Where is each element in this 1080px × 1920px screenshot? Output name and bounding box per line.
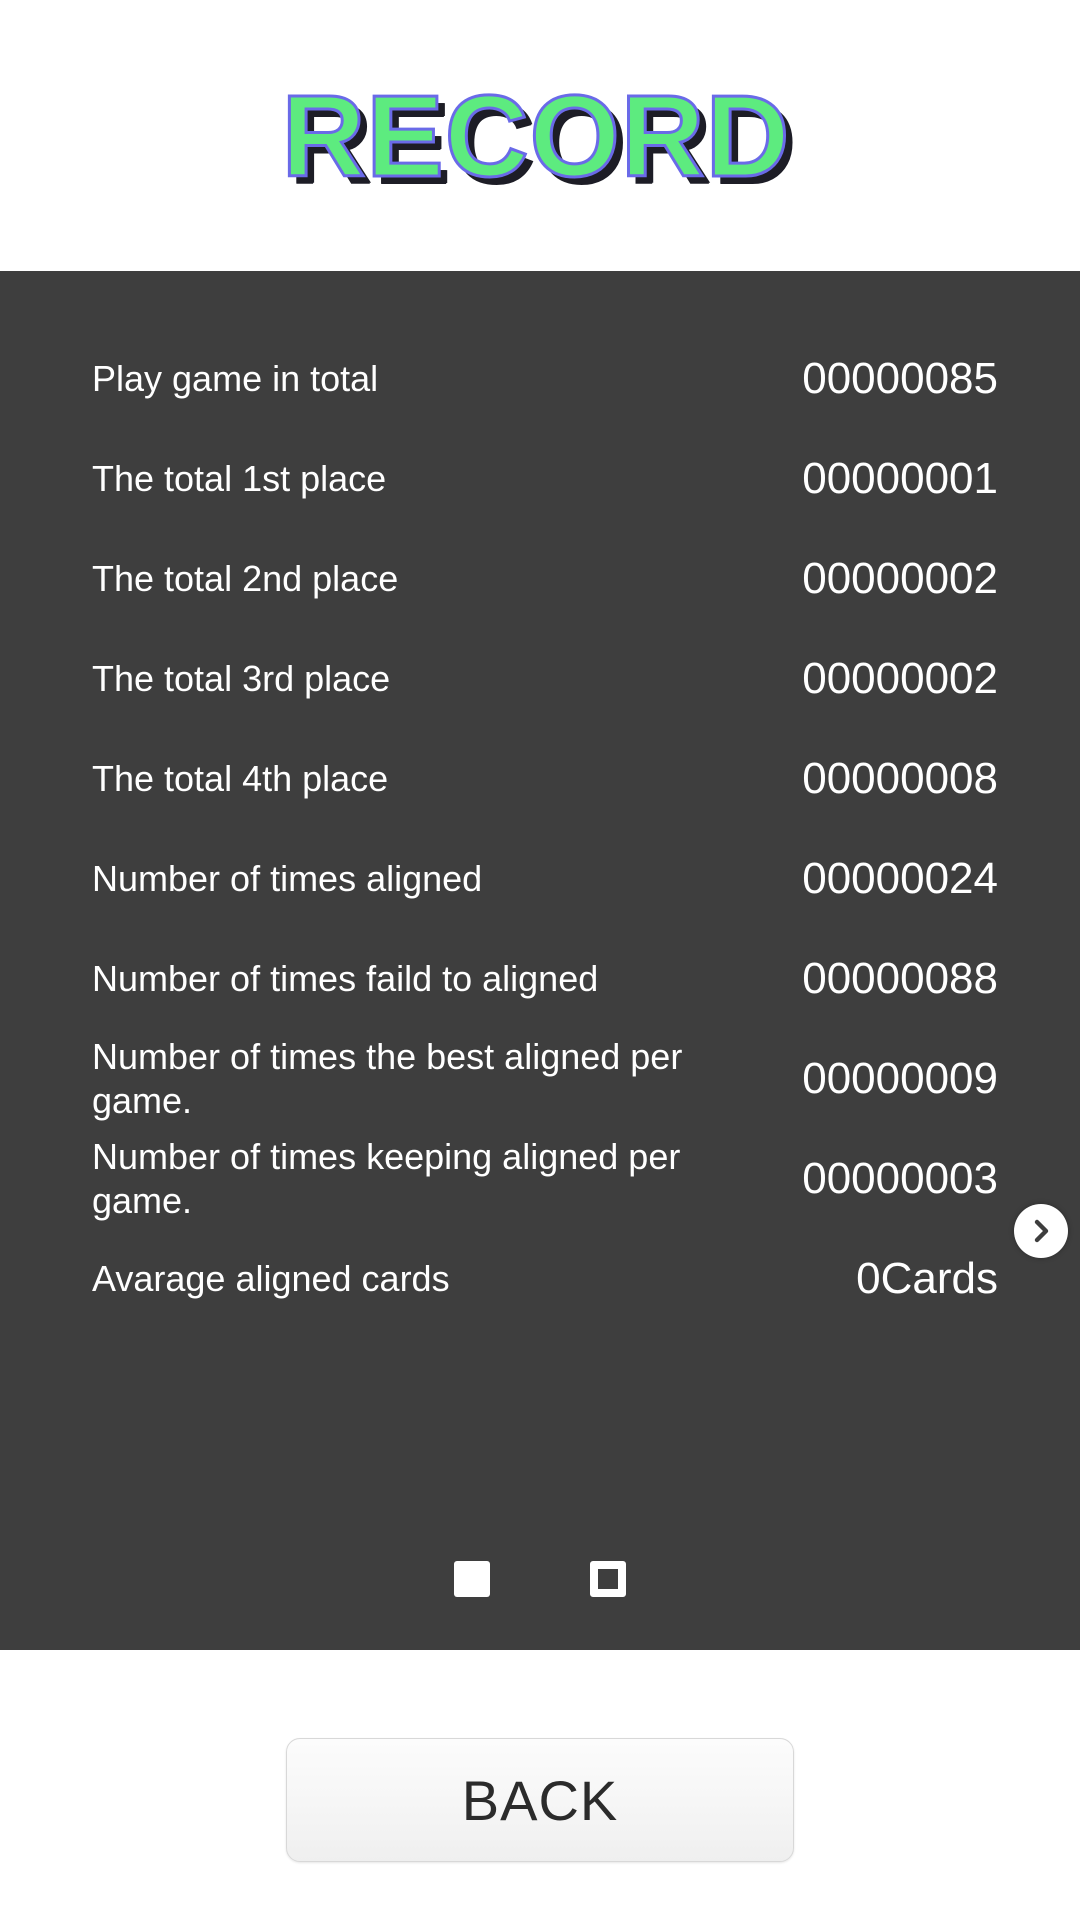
stat-value: 00000002 bbox=[802, 654, 998, 703]
stat-row: The total 3rd place 00000002 bbox=[0, 629, 1080, 729]
stat-value: 00000009 bbox=[802, 1054, 998, 1103]
stat-value: 00000085 bbox=[802, 354, 998, 403]
stats-panel: Play game in total 00000085 The total 1st … bbox=[0, 271, 1080, 1650]
stat-label: The total 4th place bbox=[92, 758, 389, 800]
stat-value: 0Cards bbox=[856, 1254, 998, 1303]
stat-value: 00000003 bbox=[802, 1154, 998, 1203]
stat-value: 00000008 bbox=[802, 754, 998, 803]
chevron-right-icon bbox=[1028, 1218, 1054, 1244]
stat-value: 00000024 bbox=[802, 854, 998, 903]
stat-row: Number of times faild to aligned 00000088 bbox=[0, 929, 1080, 1029]
stat-row: Number of times the best aligned per gam… bbox=[0, 1029, 1080, 1129]
page-header: RECORD bbox=[0, 0, 1080, 271]
stat-row: Play game in total 00000085 bbox=[0, 329, 1080, 429]
stat-label: Number of times aligned bbox=[92, 858, 483, 900]
stat-row: The total 2nd place 00000002 bbox=[0, 529, 1080, 629]
stat-label: The total 3rd place bbox=[92, 658, 391, 700]
stat-label: Number of times keeping aligned per game… bbox=[92, 1136, 681, 1221]
stat-label: Number of times the best aligned per gam… bbox=[92, 1036, 683, 1121]
stat-label: Number of times faild to aligned bbox=[92, 958, 599, 1000]
page-title: RECORD bbox=[280, 70, 791, 201]
stat-label: Play game in total bbox=[92, 358, 379, 400]
page-footer: BACK bbox=[0, 1650, 1080, 1920]
stat-value: 00000002 bbox=[802, 554, 998, 603]
pagination-dot-2[interactable] bbox=[590, 1561, 626, 1597]
next-page-button[interactable] bbox=[1014, 1204, 1068, 1258]
stat-row: The total 4th place 00000008 bbox=[0, 729, 1080, 829]
stat-row: Avarage aligned cards 0Cards bbox=[0, 1229, 1080, 1329]
stat-label: Avarage aligned cards bbox=[92, 1258, 450, 1300]
back-button[interactable]: BACK bbox=[286, 1738, 794, 1862]
stat-value: 00000001 bbox=[802, 454, 998, 503]
stat-row: Number of times aligned 00000024 bbox=[0, 829, 1080, 929]
stat-label: The total 2nd place bbox=[92, 558, 399, 600]
pagination-dot-1[interactable] bbox=[454, 1561, 490, 1597]
stat-row: Number of times keeping aligned per game… bbox=[0, 1129, 1080, 1229]
stat-row: The total 1st place 00000001 bbox=[0, 429, 1080, 529]
stat-label: The total 1st place bbox=[92, 458, 387, 500]
stat-value: 00000088 bbox=[802, 954, 998, 1003]
stats-list: Play game in total 00000085 The total 1st … bbox=[0, 271, 1080, 1329]
pagination-indicator bbox=[0, 1561, 1080, 1597]
